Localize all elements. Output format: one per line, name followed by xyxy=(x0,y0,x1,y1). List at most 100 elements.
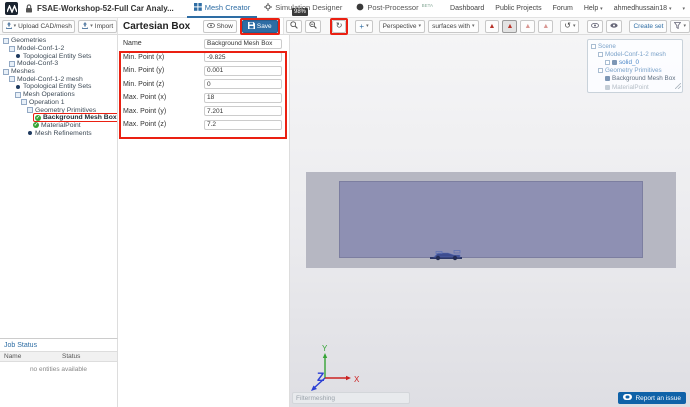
report-issue-button[interactable]: Report an issue xyxy=(618,392,686,404)
background-mesh-box-outer[interactable] xyxy=(306,172,676,268)
tetra-face-icon: ▲ xyxy=(506,23,513,30)
top-navbar: FSAE-Workshop-52-Full Car Analy... Mesh … xyxy=(0,0,690,18)
field-input-min-point-x[interactable] xyxy=(204,52,282,62)
grid-icon xyxy=(194,3,202,13)
field-input-max-point-x[interactable] xyxy=(204,93,282,103)
tree-item-label: Meshes xyxy=(11,68,35,75)
tree-item-mesh-operations[interactable]: Mesh Operations xyxy=(0,91,117,99)
orbit-button[interactable]: ↺▾ xyxy=(560,20,579,33)
filter-input[interactable] xyxy=(292,392,410,404)
chevron-down-icon: ▾ xyxy=(472,23,475,29)
chevron-down-icon[interactable]: ▾ xyxy=(682,6,685,12)
tree-item-meshes[interactable]: Meshes xyxy=(0,68,117,76)
tree-item-materialpoint[interactable]: ✓MaterialPoint xyxy=(0,122,117,130)
save-button[interactable]: Save xyxy=(242,20,278,33)
scene-item-solid-0[interactable]: solid_0 xyxy=(590,58,682,66)
expander-icon[interactable] xyxy=(27,107,33,113)
scene-item-background-mesh-box[interactable]: Background Mesh Box xyxy=(590,75,682,83)
pick-volume-button[interactable]: ▲ xyxy=(485,20,500,33)
field-label: Name xyxy=(118,40,204,47)
funnel-icon xyxy=(674,22,681,31)
tree-item-topological-entity-sets[interactable]: Topological Entity Sets xyxy=(0,83,117,91)
field-input-max-point-y[interactable] xyxy=(204,106,282,116)
chevron-down-icon: ▾ xyxy=(669,6,672,12)
nav-link-public-projects[interactable]: Public Projects xyxy=(495,5,541,12)
check-icon: ✓ xyxy=(35,115,41,121)
tree-item-model-conf-3[interactable]: Model-Conf-3 xyxy=(0,60,117,68)
filter-button[interactable]: ▾ xyxy=(670,20,690,33)
background-mesh-box-face[interactable] xyxy=(339,181,643,258)
create-set-button[interactable]: Create set xyxy=(629,20,667,33)
tree-item-background-mesh-box[interactable]: ✓Background Mesh Box xyxy=(0,114,117,122)
tab-post-processor[interactable]: Post-Processor BETA xyxy=(349,0,440,18)
expander-icon[interactable] xyxy=(3,69,9,75)
save-icon xyxy=(248,22,255,31)
job-status-tab[interactable]: Job Status xyxy=(0,339,117,352)
tree-item-label: Background Mesh Box xyxy=(43,114,117,121)
car-model[interactable] xyxy=(428,248,464,266)
nav-link-dashboard[interactable]: Dashboard xyxy=(450,5,484,12)
tree-item-topological-entity-sets[interactable]: Topological Entity Sets xyxy=(0,52,117,60)
zoom-in-button[interactable] xyxy=(286,20,302,33)
expander-icon[interactable] xyxy=(3,38,9,44)
expander-icon[interactable] xyxy=(15,92,21,98)
scene-rows: SceneModel-Conf-1-2 meshsolid_0Geometry … xyxy=(590,42,682,91)
field-label: Max. Point (y) xyxy=(118,108,204,115)
resize-handle-icon[interactable] xyxy=(675,83,681,91)
scene-item-materialpoint[interactable]: MaterialPoint xyxy=(590,83,682,91)
tree-item-operation-1[interactable]: Operation 1 xyxy=(0,99,117,107)
tree-item-label: Topological Entity Sets xyxy=(23,83,91,90)
app-window: FSAE-Workshop-52-Full Car Analy... Mesh … xyxy=(0,0,690,407)
add-button[interactable]: + ▾ xyxy=(355,20,372,33)
main-tabs: Mesh Creator Simulation Designer Post-Pr… xyxy=(187,0,440,18)
viewport-3d[interactable]: SceneModel-Conf-1-2 meshsolid_0Geometry … xyxy=(290,35,690,407)
tab-mesh-creator[interactable]: Mesh Creator xyxy=(187,0,257,18)
expander-icon[interactable] xyxy=(9,76,15,82)
pick-face-button[interactable]: ▲ xyxy=(502,20,517,33)
expander-icon[interactable] xyxy=(598,68,603,73)
field-input-max-point-z[interactable] xyxy=(204,120,282,130)
chevron-down-icon: ▾ xyxy=(419,23,422,29)
hide-selection-button[interactable] xyxy=(587,20,603,33)
tab-label: Post-Processor xyxy=(367,3,418,12)
pick-edge-button[interactable]: ▲ xyxy=(520,20,535,33)
eye-icon xyxy=(207,23,215,30)
help-menu[interactable]: Help ▾ xyxy=(584,5,603,12)
form-rows: NameMin. Point (x)Min. Point (y)Min. Poi… xyxy=(118,37,289,132)
expander-icon[interactable] xyxy=(21,99,27,105)
expander-icon[interactable] xyxy=(598,52,603,57)
zoom-fit-button[interactable] xyxy=(305,20,321,33)
chevron-down-icon: ▾ xyxy=(14,23,17,29)
expander-icon[interactable] xyxy=(591,44,596,49)
upload-cad-mesh-button[interactable]: ▾ Upload CAD/mesh xyxy=(2,20,75,33)
plus-icon: + xyxy=(359,22,364,31)
projection-select[interactable]: Perspective▾ xyxy=(379,20,425,33)
expander-icon[interactable] xyxy=(9,61,15,67)
tab-label: Mesh Creator xyxy=(205,3,250,12)
show-all-button[interactable] xyxy=(606,20,622,33)
import-button[interactable]: ▾ Import xyxy=(78,20,117,33)
pick-vertex-button[interactable]: ▲ xyxy=(538,20,553,33)
job-status-panel: Job Status Name Status no entities avail… xyxy=(0,338,118,407)
scene-item-model-conf-1-2-mesh[interactable]: Model-Conf-1-2 mesh xyxy=(590,50,682,58)
nav-link-forum[interactable]: Forum xyxy=(553,5,573,12)
user-menu[interactable]: ahmedhussain18 ▾ xyxy=(614,5,672,12)
expander-icon[interactable] xyxy=(9,46,15,52)
scene-item-scene[interactable]: Scene xyxy=(590,42,682,50)
render-mode-select[interactable]: surfaces with▾ xyxy=(428,20,478,33)
scene-item-geometry-primitives[interactable]: Geometry Primitives xyxy=(590,67,682,75)
field-input-name[interactable] xyxy=(204,39,282,49)
expander-icon[interactable] xyxy=(605,60,610,65)
field-input-min-point-y[interactable] xyxy=(204,66,282,76)
refresh-button[interactable]: ↻ xyxy=(332,20,347,33)
field-input-min-point-z[interactable] xyxy=(204,79,282,89)
tree-item-geometries[interactable]: Geometries xyxy=(0,37,117,45)
simscale-logo-icon[interactable] xyxy=(5,2,18,15)
annotation-box: ↻ xyxy=(330,18,349,35)
tree-item-model-conf-1-2[interactable]: Model-Conf-1-2 xyxy=(0,45,117,53)
tree-item-model-conf-1-2-mesh[interactable]: Model-Conf-1-2 mesh xyxy=(0,75,117,83)
tree-item-mesh-refinements[interactable]: Mesh Refinements xyxy=(0,129,117,137)
show-button[interactable]: Show xyxy=(203,20,237,33)
magnifier-icon xyxy=(309,21,317,31)
chevron-down-icon: ▾ xyxy=(366,23,369,29)
